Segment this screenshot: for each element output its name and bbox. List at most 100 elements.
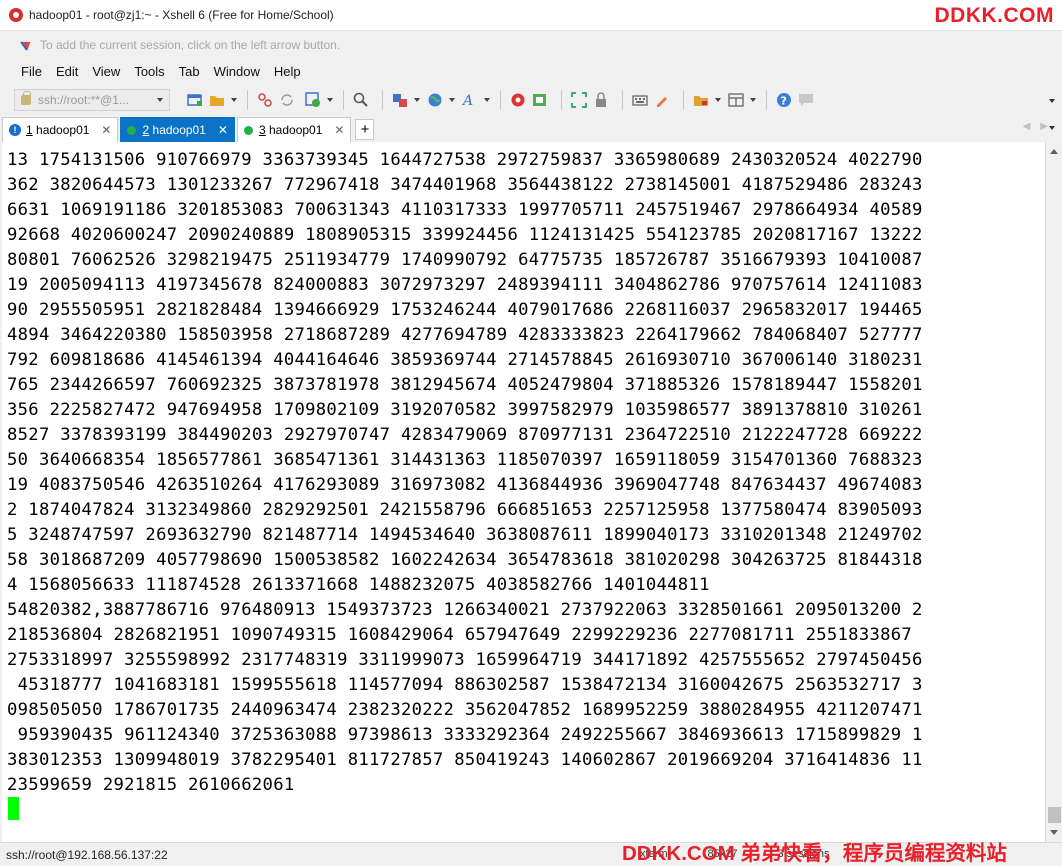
globe-dropdown-icon[interactable] xyxy=(449,98,455,102)
help-icon[interactable]: ? xyxy=(775,91,793,109)
terminal-line: 792 609818686 4145461394 4044164646 3859… xyxy=(7,350,923,370)
terminal-line: 362 3820644573 1301233267 772967418 3474… xyxy=(7,175,923,195)
font-icon[interactable]: A xyxy=(461,91,479,109)
close-icon[interactable]: ✕ xyxy=(101,123,111,137)
session-manager-icon[interactable] xyxy=(692,91,710,109)
tab-scroll-left-icon[interactable]: ◀ xyxy=(1023,121,1031,132)
menu-tab[interactable]: Tab xyxy=(172,58,207,85)
toolbar-separator xyxy=(561,90,562,110)
transfer-icon[interactable] xyxy=(391,91,409,109)
tab-number: 3 xyxy=(258,123,266,137)
terminal-scrollbar[interactable] xyxy=(1045,142,1062,842)
open-dropdown-icon[interactable] xyxy=(231,98,237,102)
tab-scroll-controls: ◀ ▶ xyxy=(1023,121,1048,132)
address-field[interactable]: ssh://root:**@1... xyxy=(14,89,170,111)
terminal-line: 2753318997 3255598992 2317748319 3311999… xyxy=(7,650,923,670)
keyboard-icon[interactable] xyxy=(631,91,649,109)
tab-number: 1 xyxy=(26,123,33,137)
scroll-down-icon[interactable] xyxy=(1050,830,1058,835)
fullscreen-icon[interactable] xyxy=(570,91,588,109)
toolbar-separator xyxy=(247,90,248,110)
menu-help[interactable]: Help xyxy=(267,58,308,85)
toolbar: ssh://root:**@1... A ? xyxy=(0,85,1062,115)
tab-session-1[interactable]: ! 1 hadoop01 ✕ xyxy=(2,117,119,142)
font-dropdown-icon[interactable] xyxy=(484,98,490,102)
add-tab-button[interactable]: + xyxy=(355,119,375,140)
svg-text:A: A xyxy=(462,93,473,108)
xshell-logo-icon xyxy=(9,8,23,22)
highlight-icon[interactable] xyxy=(653,91,671,109)
toolbar-separator xyxy=(343,90,344,110)
menu-file[interactable]: File xyxy=(14,58,49,85)
title-bar: hadoop01 - root@zj1:~ - Xshell 6 (Free f… xyxy=(0,0,1062,31)
pin-icon[interactable] xyxy=(22,39,34,51)
terminal-line: 5 3248747597 2693632790 821487714 149453… xyxy=(7,525,923,545)
menu-edit[interactable]: Edit xyxy=(49,58,85,85)
chat-icon[interactable] xyxy=(797,91,815,109)
watermark-top: DDKK.COM xyxy=(934,4,1054,27)
hint-text: To add the current session, click on the… xyxy=(40,37,341,52)
terminal-line: 765 2344266597 760692325 3873781978 3812… xyxy=(7,375,923,395)
menu-view[interactable]: View xyxy=(85,58,127,85)
scroll-thumb[interactable] xyxy=(1048,807,1061,823)
toolbar-separator xyxy=(766,90,767,110)
new-session-icon[interactable] xyxy=(186,91,204,109)
disconnect-icon[interactable] xyxy=(256,91,274,109)
terminal-line: 6631 1069191186 3201853083 700631343 411… xyxy=(7,200,923,220)
toolbar-separator xyxy=(622,90,623,110)
info-icon: ! xyxy=(9,124,21,136)
tab-number: 2 xyxy=(142,123,150,137)
session-tab-bar: ! 1 hadoop01 ✕ 2 hadoop01 ✕ 3 hadoop01 ✕… xyxy=(0,115,1062,142)
terminal-line: 45318777 1041683181 1599555618 114577094… xyxy=(7,675,923,695)
terminal-line: 218536804 2826821951 1090749315 16084290… xyxy=(7,625,913,645)
tab-session-3[interactable]: 3 hadoop01 ✕ xyxy=(236,117,352,142)
reconnect-icon[interactable] xyxy=(278,91,296,109)
terminal-line: 92668 4020600247 2090240889 1808905315 3… xyxy=(7,225,923,245)
xftp-icon[interactable] xyxy=(509,91,527,109)
terminal-line: 8527 3378393199 384490203 2927970747 428… xyxy=(7,425,923,445)
tab-scroll-right-icon[interactable]: ▶ xyxy=(1040,121,1048,132)
lock-screen-icon[interactable] xyxy=(592,91,610,109)
terminal-line: 959390435 961124340 3725363088 97398613 … xyxy=(7,725,923,745)
terminal-line: 90 2955505951 2821828484 1394666929 1753… xyxy=(7,300,923,320)
scroll-up-icon[interactable] xyxy=(1050,149,1058,154)
tab-label: hadoop01 xyxy=(152,123,206,137)
toolbar-separator xyxy=(683,90,684,110)
svg-text:?: ? xyxy=(781,95,787,108)
menu-window[interactable]: Window xyxy=(207,58,267,85)
connected-status-icon xyxy=(243,125,253,135)
terminal-line: 098505050 1786701735 2440963474 23823202… xyxy=(7,700,923,720)
terminal-text: 13 1754131506 910766979 3363739345 16447… xyxy=(2,142,1045,798)
globe-icon[interactable] xyxy=(426,91,444,109)
menu-tools[interactable]: Tools xyxy=(127,58,171,85)
window-title: hadoop01 - root@zj1:~ - Xshell 6 (Free f… xyxy=(29,8,334,22)
terminal-line: 19 4083750546 4263510264 4176293089 3169… xyxy=(7,475,923,495)
session-hint-bar: To add the current session, click on the… xyxy=(0,31,1062,58)
tab-label: hadoop01 xyxy=(269,123,323,137)
open-folder-icon[interactable] xyxy=(208,91,226,109)
properties-dropdown-icon[interactable] xyxy=(327,98,333,102)
connected-status-icon xyxy=(127,125,137,135)
address-value: ssh://root:**@1... xyxy=(38,93,129,107)
connection-status: ssh://root@192.168.56.137:22 xyxy=(6,847,168,862)
layout-icon[interactable] xyxy=(727,91,745,109)
terminal-line: 2 1874047824 3132349860 2829292501 24215… xyxy=(7,500,923,520)
terminal-line: 80801 76062526 3298219475 2511934779 174… xyxy=(7,250,923,270)
address-dropdown-icon[interactable] xyxy=(157,98,163,102)
terminal-line: 13 1754131506 910766979 3363739345 16447… xyxy=(7,150,923,170)
toolbar-separator xyxy=(382,90,383,110)
terminal-line: 19 2005094113 4197345678 824000883 30729… xyxy=(7,275,923,295)
transfer-dropdown-icon[interactable] xyxy=(414,98,420,102)
close-icon[interactable]: ✕ xyxy=(218,123,228,137)
tab-list-menu-icon[interactable] xyxy=(1049,126,1055,130)
session-manager-dropdown-icon[interactable] xyxy=(715,98,721,102)
layout-dropdown-icon[interactable] xyxy=(750,98,756,102)
script-icon[interactable] xyxy=(531,91,549,109)
tab-label: hadoop01 xyxy=(36,123,90,137)
tab-session-2[interactable]: 2 hadoop01 ✕ xyxy=(120,117,235,142)
terminal-output[interactable]: 13 1754131506 910766979 3363739345 16447… xyxy=(2,142,1045,842)
search-icon[interactable] xyxy=(352,91,370,109)
properties-icon[interactable] xyxy=(304,91,322,109)
close-icon[interactable]: ✕ xyxy=(334,123,344,137)
toolbar-overflow-icon[interactable] xyxy=(1049,99,1055,103)
